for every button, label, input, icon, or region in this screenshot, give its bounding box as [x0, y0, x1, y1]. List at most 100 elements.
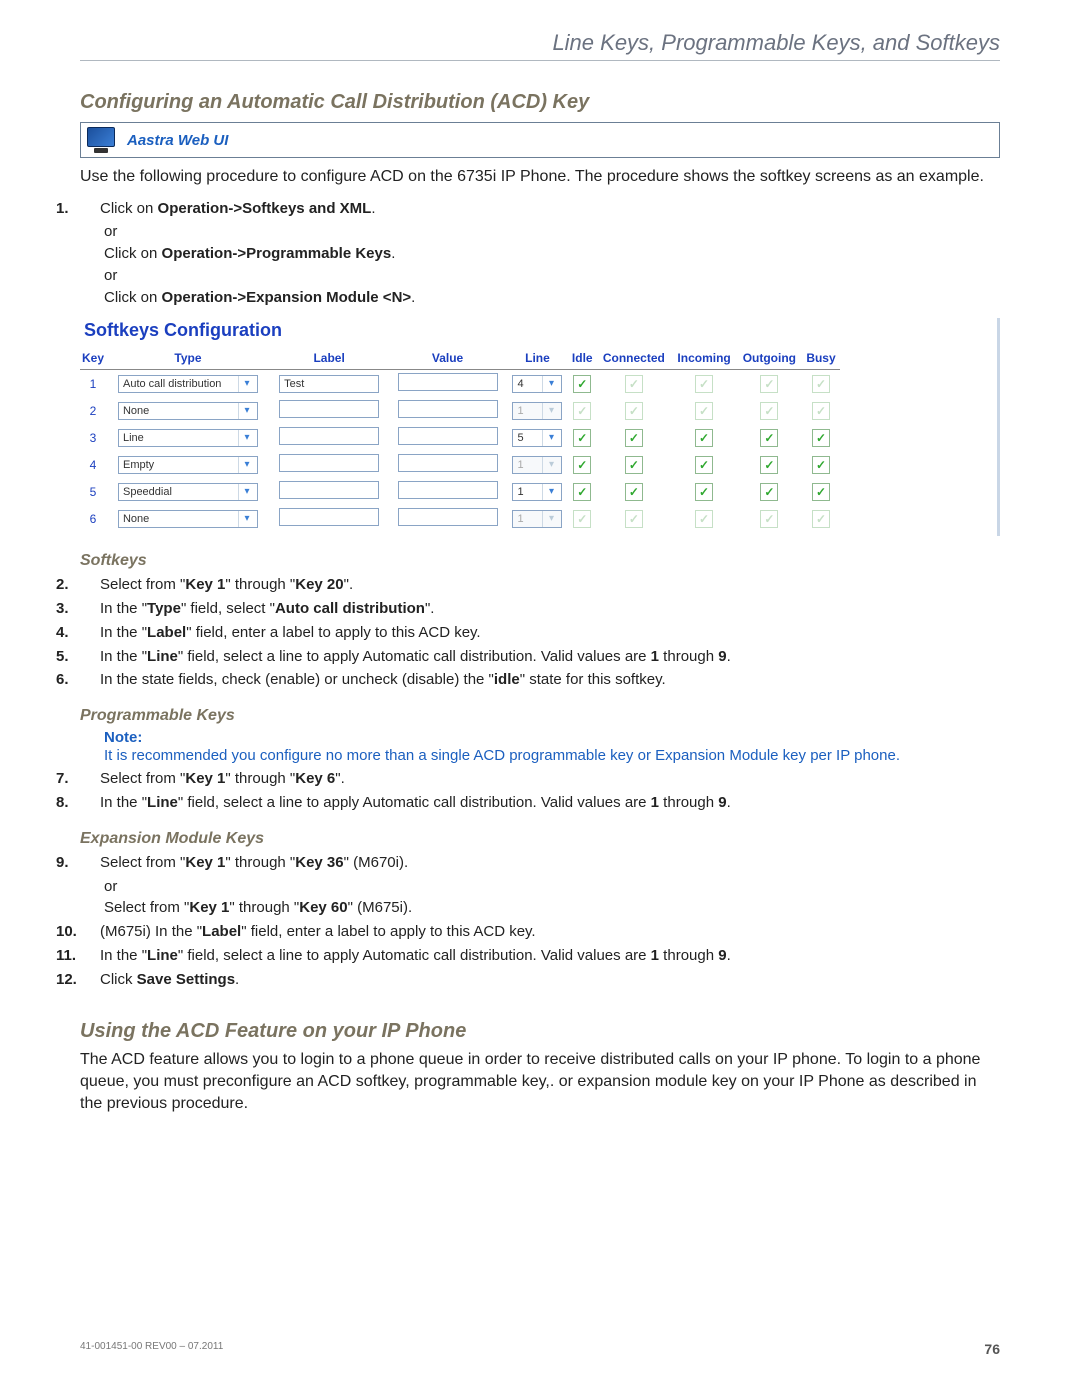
busy-checkbox: ✓	[812, 402, 830, 420]
col-header: Connected	[596, 347, 671, 370]
outgoing-checkbox: ✓	[760, 510, 778, 528]
busy-checkbox[interactable]: ✓	[812, 483, 830, 501]
idle-checkbox: ✓	[573, 402, 591, 420]
label-input[interactable]: Test	[279, 375, 379, 393]
table-header-row: KeyTypeLabelValueLineIdleConnectedIncomi…	[80, 347, 840, 370]
value-input[interactable]	[398, 508, 498, 526]
connected-checkbox: ✓	[625, 510, 643, 528]
incoming-checkbox: ✓	[695, 402, 713, 420]
label-input[interactable]	[279, 427, 379, 445]
chevron-down-icon: ▾	[238, 484, 255, 500]
value-input[interactable]	[398, 373, 498, 391]
label-input[interactable]	[279, 508, 379, 526]
step-9-or: or	[80, 876, 1000, 898]
busy-checkbox[interactable]: ✓	[812, 429, 830, 447]
line-select[interactable]: 4▾	[512, 375, 562, 393]
outgoing-checkbox[interactable]: ✓	[760, 456, 778, 474]
incoming-checkbox[interactable]: ✓	[695, 483, 713, 501]
outgoing-checkbox: ✓	[760, 402, 778, 420]
subhead-softkeys: Softkeys	[80, 552, 1000, 570]
step-10: 10.(M675i) In the "Label" field, enter a…	[80, 921, 1000, 943]
note-body: It is recommended you configure no more …	[80, 746, 1000, 766]
step-1: 1.Click on Operation->Softkeys and XML.	[80, 198, 1000, 220]
webui-label: Aastra Web UI	[127, 132, 228, 149]
chevron-down-icon: ▾	[542, 403, 559, 419]
col-header: Label	[270, 347, 388, 370]
table-row: 1Auto call distribution▾Test4▾✓✓✓✓✓	[80, 370, 840, 397]
section-heading-config: Configuring an Automatic Call Distributi…	[80, 91, 1000, 114]
connected-checkbox[interactable]: ✓	[625, 456, 643, 474]
step-2: 2.Select from "Key 1" through "Key 20".	[80, 574, 1000, 596]
step-9-alt: Select from "Key 1" through "Key 60" (M6…	[80, 897, 1000, 919]
outgoing-checkbox[interactable]: ✓	[760, 429, 778, 447]
header-rule	[80, 60, 1000, 61]
busy-checkbox: ✓	[812, 375, 830, 393]
incoming-checkbox: ✓	[695, 510, 713, 528]
label-input[interactable]	[279, 400, 379, 418]
chevron-down-icon: ▾	[542, 430, 559, 446]
idle-checkbox[interactable]: ✓	[573, 429, 591, 447]
line-select: 1▾	[512, 510, 562, 528]
type-select[interactable]: Speeddial▾	[118, 483, 258, 501]
idle-checkbox[interactable]: ✓	[573, 456, 591, 474]
softkeys-config-panel: Softkeys Configuration KeyTypeLabelValue…	[80, 318, 1000, 536]
type-select[interactable]: Line▾	[118, 429, 258, 447]
step-1-alt1: Click on Operation->Programmable Keys.	[80, 243, 1000, 265]
chapter-title: Line Keys, Programmable Keys, and Softke…	[80, 30, 1000, 56]
subhead-expansion: Expansion Module Keys	[80, 830, 1000, 848]
col-header: Incoming	[671, 347, 736, 370]
section-heading-using: Using the ACD Feature on your IP Phone	[80, 1020, 1000, 1043]
intro-paragraph: Use the following procedure to configure…	[80, 166, 1000, 188]
connected-checkbox[interactable]: ✓	[625, 483, 643, 501]
busy-checkbox[interactable]: ✓	[812, 456, 830, 474]
chevron-down-icon: ▾	[238, 403, 255, 419]
table-row: 3Line▾5▾✓✓✓✓✓	[80, 424, 840, 451]
step-1-or1: or	[80, 221, 1000, 243]
chevron-down-icon: ▾	[238, 376, 255, 392]
step-1-alt2: Click on Operation->Expansion Module <N>…	[80, 287, 1000, 309]
value-input[interactable]	[398, 400, 498, 418]
type-select[interactable]: Empty▾	[118, 456, 258, 474]
type-select[interactable]: Auto call distribution▾	[118, 375, 258, 393]
value-input[interactable]	[398, 481, 498, 499]
label-input[interactable]	[279, 454, 379, 472]
line-select: 1▾	[512, 402, 562, 420]
idle-checkbox[interactable]: ✓	[573, 483, 591, 501]
incoming-checkbox[interactable]: ✓	[695, 429, 713, 447]
col-header: Type	[106, 347, 270, 370]
line-select: 1▾	[512, 456, 562, 474]
type-select[interactable]: None▾	[118, 510, 258, 528]
col-header: Value	[388, 347, 506, 370]
value-input[interactable]	[398, 427, 498, 445]
softkeys-config-title: Softkeys Configuration	[80, 318, 997, 347]
using-paragraph: The ACD feature allows you to login to a…	[80, 1049, 1000, 1114]
step-5: 5.In the "Line" field, select a line to …	[80, 646, 1000, 668]
col-header: Key	[80, 347, 106, 370]
chevron-down-icon: ▾	[238, 457, 255, 473]
table-row: 4 Empty▾ 1▾ ✓ ✓ ✓ ✓ ✓	[80, 451, 840, 478]
table-row: 6None▾1▾✓✓✓✓✓	[80, 505, 840, 532]
idle-checkbox: ✓	[573, 510, 591, 528]
value-input[interactable]	[398, 454, 498, 472]
line-select[interactable]: 5▾	[512, 429, 562, 447]
subhead-programmable: Programmable Keys	[80, 707, 1000, 725]
page-footer: 41-001451-00 REV00 – 07.2011 76	[80, 1341, 1000, 1357]
idle-checkbox[interactable]: ✓	[573, 375, 591, 393]
footer-docid: 41-001451-00 REV00 – 07.2011	[80, 1341, 223, 1357]
connected-checkbox[interactable]: ✓	[625, 429, 643, 447]
outgoing-checkbox[interactable]: ✓	[760, 483, 778, 501]
col-header: Outgoing	[737, 347, 802, 370]
step-9: 9.Select from "Key 1" through "Key 36" (…	[80, 852, 1000, 874]
step-11: 11.In the "Line" field, select a line to…	[80, 945, 1000, 967]
step-3: 3.In the "Type" field, select "Auto call…	[80, 598, 1000, 620]
note-label: Note:	[80, 729, 1000, 746]
step-7: 7.Select from "Key 1" through "Key 6".	[80, 768, 1000, 790]
line-select[interactable]: 1▾	[512, 483, 562, 501]
incoming-checkbox[interactable]: ✓	[695, 456, 713, 474]
type-select[interactable]: None▾	[118, 402, 258, 420]
webui-box: Aastra Web UI	[80, 122, 1000, 158]
step-8: 8.In the "Line" field, select a line to …	[80, 792, 1000, 814]
busy-checkbox: ✓	[812, 510, 830, 528]
label-input[interactable]	[279, 481, 379, 499]
key-number: 4	[80, 451, 106, 478]
